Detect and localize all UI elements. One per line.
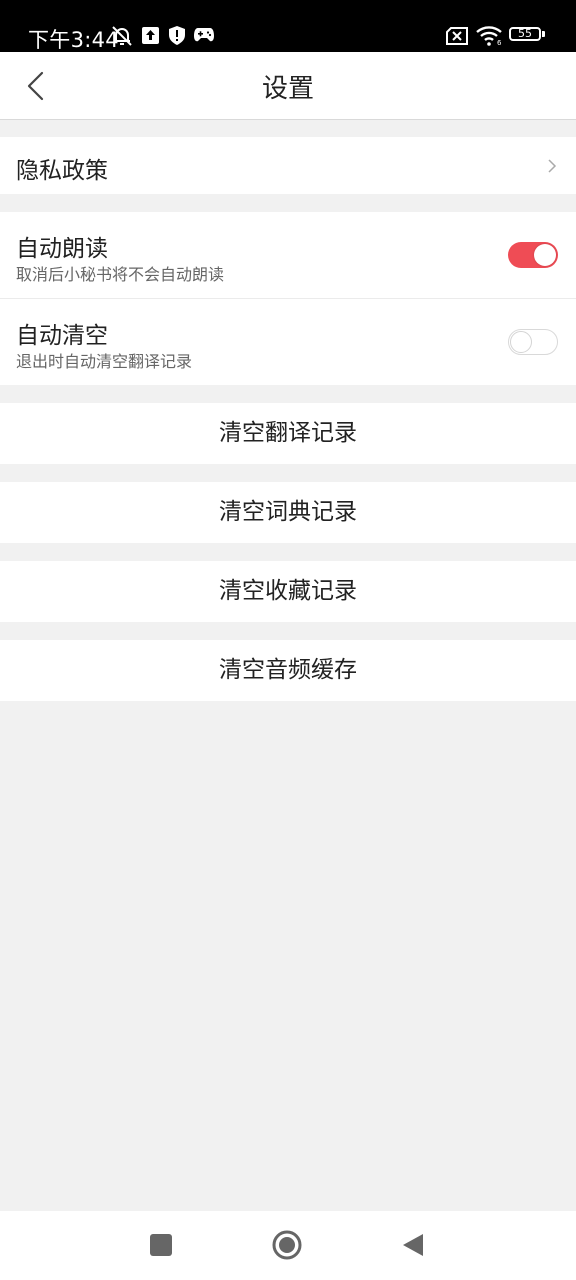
mute-icon [112, 26, 132, 46]
clear-favorites-button[interactable]: 清空收藏记录 [0, 561, 576, 622]
auto-clear-row: 自动清空 退出时自动清空翻译记录 [0, 299, 576, 385]
auto-read-title: 自动朗读 [16, 236, 108, 262]
sim-error-icon [446, 27, 468, 45]
auto-clear-title: 自动清空 [16, 323, 108, 349]
auto-clear-toggle[interactable] [508, 329, 558, 355]
system-nav-bar [0, 1211, 576, 1280]
status-time: 下午3:44 [28, 28, 119, 52]
page-title: 设置 [261, 74, 314, 104]
privacy-policy-label: 隐私政策 [16, 158, 108, 184]
clear-audio-cache-button[interactable]: 清空音频缓存 [0, 640, 576, 701]
auto-read-row: 自动朗读 取消后小秘书将不会自动朗读 [0, 212, 576, 298]
wifi-icon: 6 [476, 26, 502, 46]
status-bar: 下午3:44 6 55 [0, 0, 576, 52]
game-controller-icon [194, 28, 214, 42]
back-triangle-icon[interactable] [402, 1233, 424, 1257]
privacy-policy-row[interactable]: 隐私政策 [0, 137, 576, 194]
app-header: 设置 [0, 52, 576, 120]
battery-level: 55 [518, 27, 532, 40]
toggle-knob [534, 244, 556, 266]
auto-clear-subtitle: 退出时自动清空翻译记录 [16, 352, 193, 371]
battery-tip [542, 31, 545, 37]
chevron-right-icon [548, 159, 557, 173]
clear-dictionary-button[interactable]: 清空词典记录 [0, 482, 576, 543]
auto-read-toggle[interactable] [508, 242, 558, 268]
shield-icon [169, 26, 185, 45]
upload-icon [142, 27, 159, 44]
recents-square-icon[interactable] [150, 1234, 172, 1256]
svg-text:6: 6 [497, 39, 502, 46]
toggle-knob [510, 331, 532, 353]
auto-read-subtitle: 取消后小秘书将不会自动朗读 [16, 265, 225, 284]
battery-icon: 55 [509, 27, 541, 41]
clear-translation-button[interactable]: 清空翻译记录 [0, 403, 576, 464]
home-circle-icon[interactable] [272, 1230, 302, 1260]
